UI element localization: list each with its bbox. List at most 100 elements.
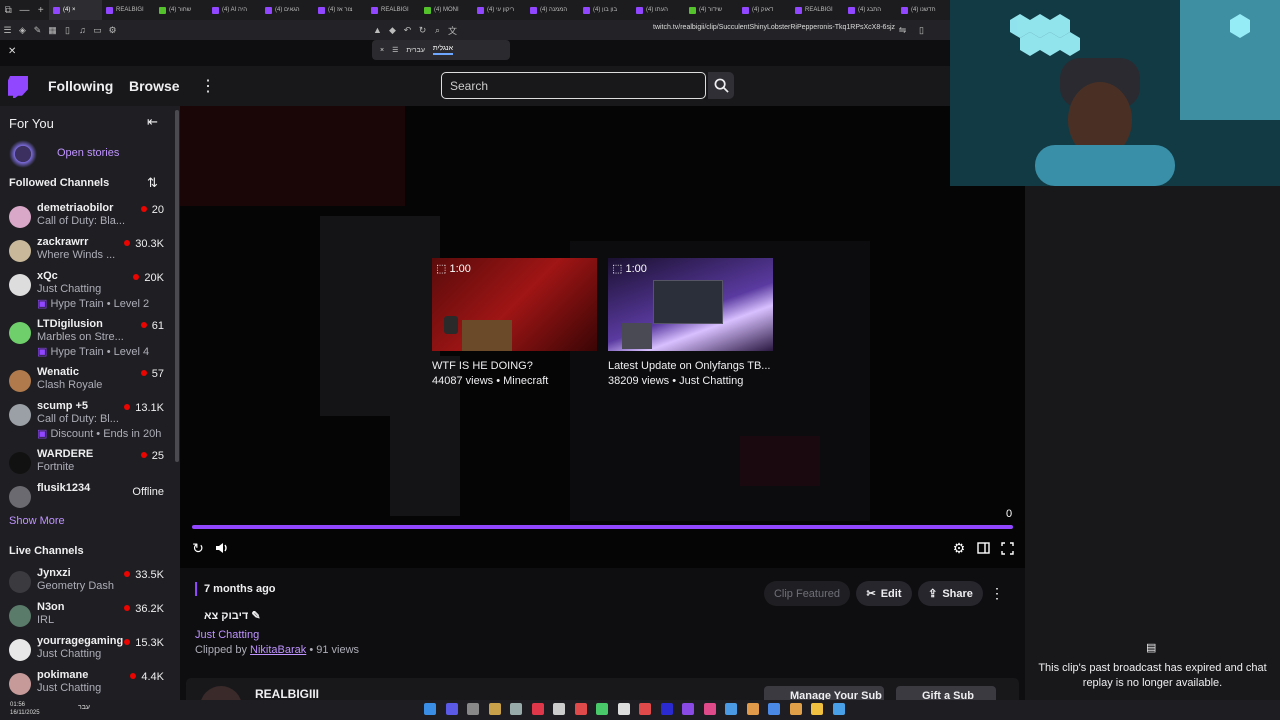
channel-name[interactable]: REALBIGIII xyxy=(255,687,319,700)
brave-icon[interactable]: ▲ xyxy=(370,20,385,40)
browser-tab[interactable]: (4) צור אז xyxy=(314,0,367,20)
more-options-icon[interactable]: ⋮ xyxy=(200,76,216,96)
translate-menu-icon[interactable]: ☰ xyxy=(392,46,398,54)
browser-tab[interactable]: (4) AI היה xyxy=(208,0,261,20)
taskbar-app-icon[interactable] xyxy=(617,703,630,715)
extension-icon[interactable]: ⚙ xyxy=(105,20,120,40)
sidebar-scrollbar[interactable] xyxy=(175,110,179,462)
channel-row[interactable]: scump +5 Call of Duty: Bl... ▣ Discount • … xyxy=(0,400,172,440)
taskbar-app-icon[interactable] xyxy=(789,703,802,715)
translate-close-icon[interactable]: × xyxy=(380,47,384,54)
browser-tab[interactable]: (4) דאוק xyxy=(738,0,791,20)
taskbar-app-icon[interactable] xyxy=(832,703,845,715)
taskbar-app-icon[interactable] xyxy=(424,703,436,715)
taskbar-app-icon[interactable] xyxy=(725,703,737,715)
category-link[interactable]: Just Chatting xyxy=(195,629,259,641)
twitch-logo-icon[interactable] xyxy=(8,76,28,98)
browser-tab[interactable]: REALBIGI xyxy=(791,0,844,20)
nav-browse[interactable]: Browse xyxy=(129,78,180,94)
translate-option-target[interactable]: אנגלית xyxy=(432,45,454,55)
browser-tab[interactable]: (4) שחור xyxy=(155,0,208,20)
taskbar-app-icon[interactable] xyxy=(510,703,522,715)
channel-row[interactable]: WARDERE Fortnite 25 xyxy=(0,448,172,482)
clip-thumbnail[interactable]: ⬚ 1:00 xyxy=(432,258,597,351)
recommended-clip-card[interactable]: ⬚ 1:00 Latest Update on Onlyfangs TB... … xyxy=(608,258,773,387)
taskbar-app-icon[interactable] xyxy=(467,703,479,715)
clip-thumbnail[interactable]: ⬚ 1:00 xyxy=(608,258,773,351)
channel-row[interactable]: flusik1234 Offline xyxy=(0,482,172,516)
taskbar-app-icon[interactable] xyxy=(746,703,759,715)
progress-bar[interactable] xyxy=(192,525,1013,529)
volume-icon[interactable] xyxy=(214,540,230,556)
music-icon[interactable]: ♫ xyxy=(75,20,90,40)
restore-icon[interactable]: ⧉ xyxy=(0,0,16,20)
translate-icon[interactable]: 文 xyxy=(445,20,460,40)
more-actions-icon[interactable]: ⋮ xyxy=(990,585,1004,602)
shields-icon[interactable]: ◆ xyxy=(385,20,400,40)
address-bar[interactable]: twitch.tv/realbigii/clip/SucculentShinyL… xyxy=(653,24,895,31)
clip-title[interactable]: WTF IS HE DOING? xyxy=(432,360,597,372)
nav-following[interactable]: Following xyxy=(48,78,113,94)
browser-tab[interactable]: (4) MONI xyxy=(420,0,473,20)
settings-gear-icon[interactable]: ⚙ xyxy=(951,540,967,556)
panel-icon[interactable]: ▯ xyxy=(60,20,75,40)
fullscreen-icon[interactable] xyxy=(999,540,1015,556)
taskbar-app-icon[interactable] xyxy=(574,703,587,715)
show-more-link[interactable]: Show More xyxy=(9,515,65,527)
channel-row[interactable]: demetriaobilor Call of Duty: Bla... 20 xyxy=(0,202,172,236)
zoom-icon[interactable]: ⌕ xyxy=(430,20,445,40)
browser-tab[interactable]: REALBIGI xyxy=(102,0,155,20)
gift-sub-button[interactable]: Gift a Sub xyxy=(896,686,996,700)
clip-featured-button[interactable]: Clip Featured xyxy=(764,581,850,606)
collapse-sidebar-icon[interactable]: ⇤ xyxy=(147,114,158,130)
theatre-mode-icon[interactable] xyxy=(975,540,991,556)
clip-player[interactable] xyxy=(180,106,1025,568)
new-tab-icon[interactable]: + xyxy=(33,0,49,20)
taskbar-app-icon[interactable] xyxy=(596,703,608,715)
taskbar-app-icon[interactable] xyxy=(639,703,651,715)
browser-tab[interactable]: (4) העתו xyxy=(632,0,685,20)
replay-icon[interactable]: ↻ xyxy=(190,540,206,556)
browser-tab[interactable]: (4) הממנה xyxy=(526,0,579,20)
reload-icon[interactable]: ↻ xyxy=(415,20,430,40)
channel-row[interactable]: Jynxzi Geometry Dash 33.5K xyxy=(0,567,172,601)
translate-option-source[interactable]: עברית xyxy=(406,47,425,54)
taskbar-app-icon[interactable] xyxy=(660,703,673,715)
search-button[interactable] xyxy=(708,72,734,99)
channel-row[interactable]: yourragegaming Just Chatting 15.3K xyxy=(0,635,172,669)
taskbar-app-icon[interactable] xyxy=(553,703,565,715)
clip-title[interactable]: Latest Update on Onlyfangs TB... xyxy=(608,360,773,372)
input-language[interactable]: עבר xyxy=(78,704,90,711)
sidebar-toggle-icon[interactable]: ☰ xyxy=(0,20,15,40)
minimize-icon[interactable]: — xyxy=(16,0,32,20)
share-button[interactable]: ⇪ Share xyxy=(918,581,983,606)
channel-row[interactable]: LTDigilusion Marbles on Stre... ▣ Hype Tra… xyxy=(0,318,172,358)
browser-tab[interactable]: (4) × xyxy=(48,0,102,20)
bag-icon[interactable]: ▭ xyxy=(90,20,105,40)
recommended-clip-card[interactable]: ⬚ 1:00 WTF IS HE DOING? 44087 views • Mi… xyxy=(432,258,597,387)
shield-icon[interactable]: ◈ xyxy=(15,20,30,40)
open-stories-link[interactable]: Open stories xyxy=(57,147,119,159)
pen-icon[interactable]: ✎ xyxy=(30,20,45,40)
close-icon[interactable]: ✕ xyxy=(8,46,16,57)
channel-avatar[interactable] xyxy=(200,686,242,700)
channel-row[interactable]: pokimane Just Chatting 4.4K xyxy=(0,669,172,703)
browser-tab[interactable]: (4) התבג xyxy=(844,0,897,20)
edit-title-icon[interactable]: ✎ xyxy=(251,610,260,622)
taskbar-app-icon[interactable] xyxy=(445,703,458,715)
channel-row[interactable]: N3on IRL 36.2K xyxy=(0,601,172,635)
browser-tab[interactable]: (4) חדשנו xyxy=(897,0,950,20)
edit-button[interactable]: ✂ Edit xyxy=(856,581,912,606)
browser-tab[interactable]: REALBIGI xyxy=(367,0,420,20)
taskbar-app-icon[interactable] xyxy=(488,703,501,715)
taskbar-app-icon[interactable] xyxy=(811,703,823,715)
browser-tab[interactable]: (4) הגאים xyxy=(261,0,314,20)
stories-avatar[interactable] xyxy=(9,140,37,168)
taskbar-app-icon[interactable] xyxy=(703,703,716,715)
search-input[interactable] xyxy=(442,73,705,98)
taskbar-app-icon[interactable] xyxy=(682,703,694,715)
bookmark-icon[interactable]: ▯ xyxy=(914,20,929,40)
settings-sliders-icon[interactable]: ⇋ xyxy=(895,20,910,40)
taskbar-app-icon[interactable] xyxy=(768,703,780,715)
clipper-link[interactable]: NikitaBarak xyxy=(250,644,306,656)
